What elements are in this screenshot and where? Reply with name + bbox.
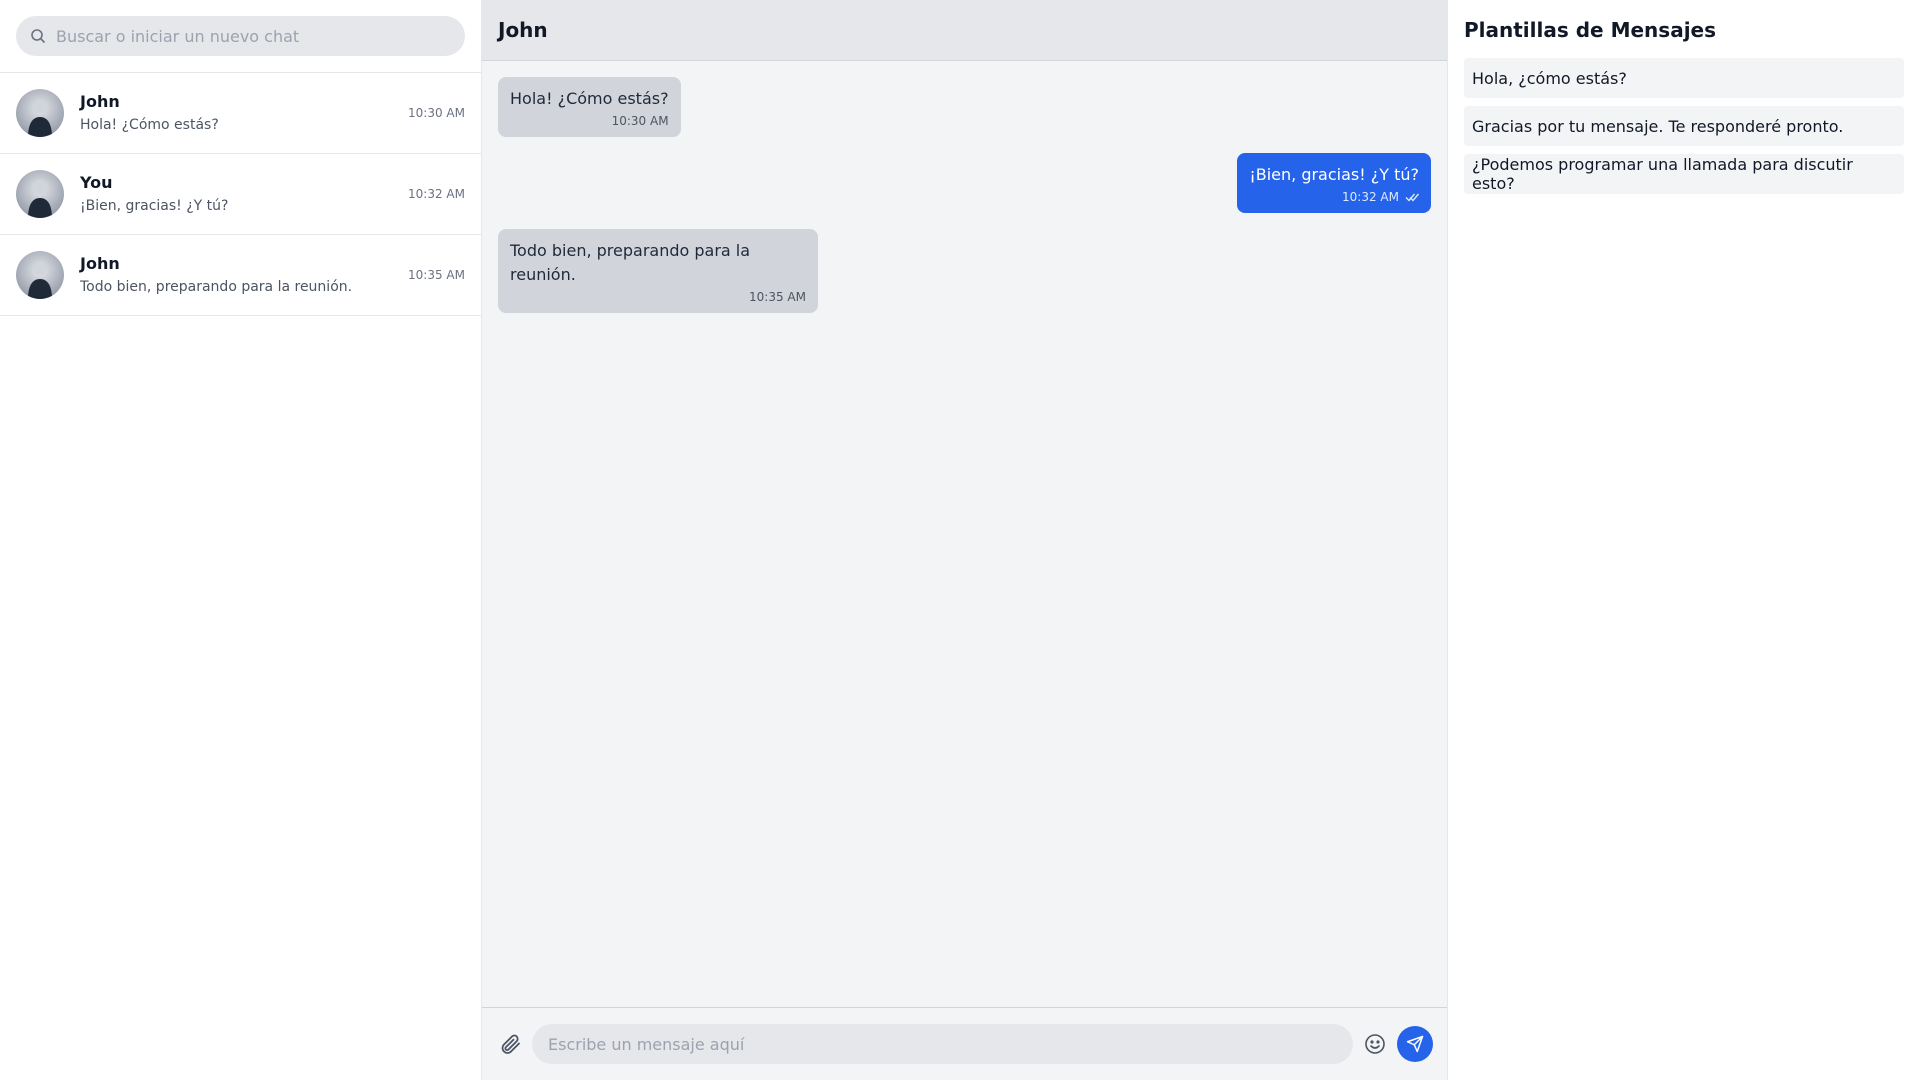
message-templates-panel: Plantillas de Mensajes Hola, ¿cómo estás… <box>1448 0 1920 1080</box>
message-row: Todo bien, preparando para la reunión. 1… <box>498 229 1431 313</box>
chat-list-item[interactable]: John Todo bien, preparando para la reuni… <box>0 235 481 316</box>
chat-text: John Todo bien, preparando para la reuni… <box>80 254 408 296</box>
avatar <box>16 170 64 218</box>
send-button[interactable] <box>1397 1026 1433 1062</box>
chat-time: 10:35 AM <box>408 268 465 282</box>
message-time: 10:30 AM <box>611 114 669 128</box>
chat-text: John Hola! ¿Cómo estás? <box>80 92 408 134</box>
message-text: ¡Bien, gracias! ¿Y tú? <box>1249 165 1419 184</box>
chat-preview: Todo bien, preparando para la reunión. <box>80 279 353 295</box>
chat-text: You ¡Bien, gracias! ¿Y tú? <box>80 173 408 215</box>
search-icon <box>31 29 46 44</box>
double-check-icon <box>1405 193 1419 202</box>
app: John Hola! ¿Cómo estás? 10:30 AM You ¡Bi… <box>0 0 1920 1080</box>
search-box[interactable] <box>16 16 465 56</box>
message-list[interactable]: Hola! ¿Cómo estás? 10:30 AM ¡Bien, graci… <box>482 61 1447 1007</box>
emoji-icon <box>1365 1034 1385 1054</box>
chat-name: John <box>80 254 120 273</box>
chat-name: John <box>80 92 120 111</box>
template-item[interactable]: ¿Podemos programar una llamada para disc… <box>1464 154 1904 194</box>
emoji-button[interactable] <box>1361 1030 1389 1058</box>
chat-time: 10:32 AM <box>408 187 465 201</box>
message-row: Hola! ¿Cómo estás? 10:30 AM <box>498 77 1431 137</box>
attach-button[interactable] <box>496 1030 524 1058</box>
paperclip-icon <box>501 1034 520 1054</box>
chat-time: 10:30 AM <box>408 106 465 120</box>
avatar <box>16 251 64 299</box>
chat-name: You <box>80 173 113 192</box>
templates-title: Plantillas de Mensajes <box>1464 18 1717 42</box>
template-item[interactable]: Hola, ¿cómo estás? <box>1464 58 1904 98</box>
incoming-message-bubble[interactable]: Hola! ¿Cómo estás? 10:30 AM <box>498 77 681 137</box>
template-item[interactable]: Gracias por tu mensaje. Te responderé pr… <box>1464 106 1904 146</box>
message-meta: 10:30 AM <box>510 113 669 129</box>
chat-list-item[interactable]: You ¡Bien, gracias! ¿Y tú? 10:32 AM <box>0 154 481 235</box>
incoming-message-bubble[interactable]: Todo bien, preparando para la reunión. 1… <box>498 229 818 313</box>
conversation-header: John <box>482 0 1447 61</box>
chat-list-item[interactable]: John Hola! ¿Cómo estás? 10:30 AM <box>0 73 481 154</box>
message-row: ¡Bien, gracias! ¿Y tú? 10:32 AM <box>498 153 1431 213</box>
send-icon <box>1406 1035 1424 1053</box>
chat-preview: ¡Bien, gracias! ¿Y tú? <box>80 198 229 214</box>
message-composer <box>482 1007 1447 1080</box>
message-text: Hola! ¿Cómo estás? <box>510 89 669 108</box>
outgoing-message-bubble[interactable]: ¡Bien, gracias! ¿Y tú? 10:32 AM <box>1237 153 1431 213</box>
conversation-title: John <box>498 18 548 42</box>
avatar <box>16 89 64 137</box>
search-area <box>0 0 481 73</box>
message-input[interactable] <box>532 1024 1353 1064</box>
message-text: Todo bien, preparando para la reunión. <box>510 241 751 284</box>
message-meta: 10:35 AM <box>510 289 806 305</box>
message-time: 10:32 AM <box>1342 190 1399 204</box>
search-input[interactable] <box>56 26 451 46</box>
chat-list-sidebar: John Hola! ¿Cómo estás? 10:30 AM You ¡Bi… <box>0 0 482 1080</box>
conversation-panel: John Hola! ¿Cómo estás? 10:30 AM ¡Bien, … <box>482 0 1448 1080</box>
chat-preview: Hola! ¿Cómo estás? <box>80 117 219 133</box>
message-meta: 10:32 AM <box>1249 189 1419 205</box>
message-time: 10:35 AM <box>749 290 806 304</box>
